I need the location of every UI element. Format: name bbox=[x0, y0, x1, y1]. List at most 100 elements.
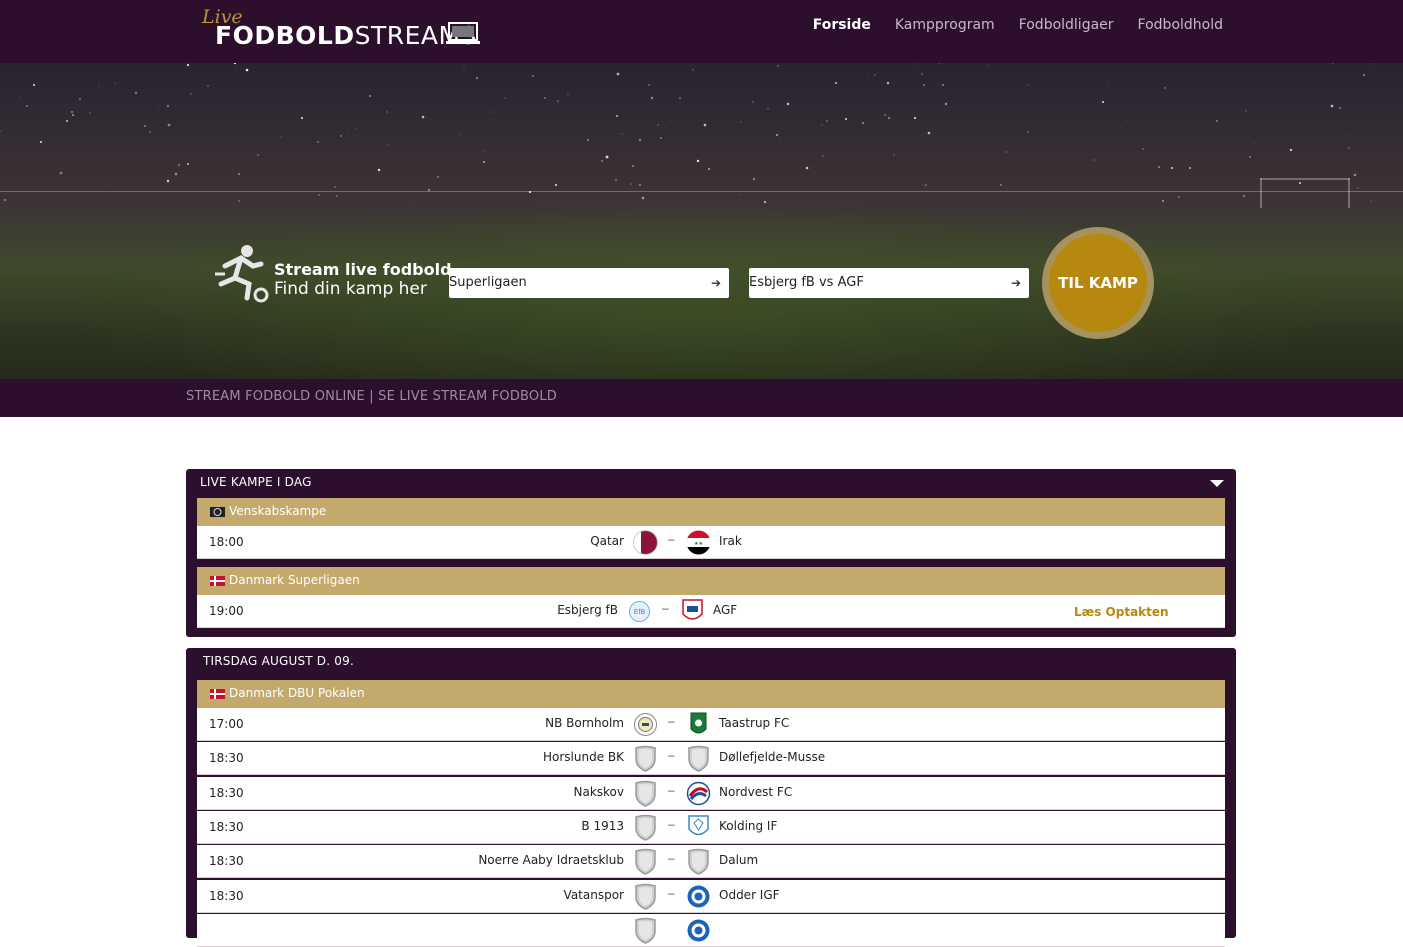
match-row[interactable]: 18:30 Vatanspor – Odder IGF bbox=[197, 880, 1225, 913]
site-logo[interactable]: Live FODBOLDSTREAMS bbox=[200, 6, 490, 50]
crest-kolding-icon bbox=[688, 815, 709, 836]
versus-dash: – bbox=[668, 817, 675, 831]
match-time: 18:00 bbox=[209, 535, 244, 549]
goal-post bbox=[1260, 178, 1262, 208]
today-panel: LIVE KAMPE I DAG Venskabskampe 18:00 Qat… bbox=[186, 469, 1236, 637]
main-nav: Forside Kampprogram Fodboldligaer Fodbol… bbox=[813, 15, 1223, 35]
panel-title: TIRSDAG AUGUST D. 09. bbox=[203, 654, 354, 668]
logo-brand-text: FODBOLDSTREAMS bbox=[215, 21, 477, 50]
arrow-right-icon: ➔ bbox=[1010, 276, 1021, 290]
crest-odder-icon bbox=[687, 919, 710, 942]
match-row[interactable]: 18:00 Qatar – ★★ Irak bbox=[197, 526, 1225, 559]
league-name: Venskabskampe bbox=[229, 504, 327, 518]
home-team: B 1913 bbox=[581, 819, 624, 833]
league-name: Danmark Superligaen bbox=[229, 573, 360, 587]
top-navbar: Live FODBOLDSTREAMS Forside Kampprogram … bbox=[0, 0, 1403, 63]
match-row[interactable] bbox=[197, 914, 1225, 947]
match-select-value: Esbjerg fB vs AGF bbox=[749, 275, 864, 290]
home-team: NB Bornholm bbox=[545, 716, 624, 730]
goal-post bbox=[1348, 178, 1350, 208]
denmark-flag-icon bbox=[210, 689, 225, 699]
crest-odder-icon bbox=[687, 885, 710, 908]
crest-taastrup-icon bbox=[690, 712, 707, 734]
svg-text:EfB: EfB bbox=[634, 609, 646, 616]
versus-dash: – bbox=[668, 851, 675, 865]
shield-generic-icon bbox=[635, 745, 656, 772]
league-select-value: Superligaen bbox=[449, 275, 527, 290]
crest-nordvest-icon bbox=[686, 781, 711, 806]
tuesday-panel: TIRSDAG AUGUST D. 09. Danmark DBU Pokale… bbox=[186, 648, 1236, 947]
panel-title: LIVE KAMPE I DAG bbox=[200, 475, 312, 489]
caret-down-icon[interactable] bbox=[1210, 480, 1224, 487]
field-line bbox=[0, 191, 1403, 192]
shield-generic-icon bbox=[635, 814, 656, 841]
away-team: AGF bbox=[713, 603, 738, 617]
match-time: 18:30 bbox=[209, 751, 244, 765]
league-header[interactable]: Danmark Superligaen bbox=[197, 567, 1225, 595]
match-row[interactable]: 18:30 Horslunde BK – Døllefjelde-Musse bbox=[197, 742, 1225, 775]
til-kamp-label: TIL KAMP bbox=[1049, 234, 1147, 332]
match-time: 19:00 bbox=[209, 604, 244, 618]
hero-title: Stream live fodbold bbox=[274, 260, 452, 279]
away-team: Kolding IF bbox=[719, 819, 778, 833]
qatar-flag-icon bbox=[633, 529, 658, 556]
shield-generic-icon bbox=[635, 848, 656, 875]
read-preview-link[interactable]: Læs Optakten bbox=[1074, 605, 1169, 619]
shield-generic-icon bbox=[688, 745, 709, 772]
away-team: Odder IGF bbox=[719, 888, 780, 902]
league-name: Danmark DBU Pokalen bbox=[229, 686, 365, 700]
shield-generic-icon bbox=[635, 883, 656, 910]
match-row[interactable]: 18:30 Noerre Aaby Idraetsklub – Dalum bbox=[197, 845, 1225, 878]
versus-dash: – bbox=[668, 886, 675, 900]
versus-dash: – bbox=[668, 714, 675, 728]
nav-kampprogram[interactable]: Kampprogram bbox=[895, 15, 995, 35]
away-team: Døllefjelde-Musse bbox=[719, 750, 826, 764]
league-header[interactable]: Venskabskampe bbox=[197, 498, 1225, 526]
crest-nb-bornholm-icon bbox=[634, 713, 657, 736]
shield-generic-icon bbox=[635, 780, 656, 807]
match-row[interactable]: 17:00 NB Bornholm – Taastrup FC bbox=[197, 708, 1225, 741]
denmark-flag-icon bbox=[210, 576, 225, 586]
match-time: 18:30 bbox=[209, 786, 244, 800]
agf-crest-icon bbox=[682, 599, 703, 620]
versus-dash: – bbox=[668, 532, 675, 546]
home-team: Horslunde BK bbox=[542, 750, 624, 764]
home-team: Noerre Aaby Idraetsklub bbox=[478, 853, 624, 867]
nav-fodboldligaer[interactable]: Fodboldligaer bbox=[1019, 15, 1114, 35]
versus-dash: – bbox=[668, 783, 675, 797]
svg-text:★★: ★★ bbox=[694, 541, 703, 547]
match-row[interactable]: 18:30 B 1913 – Kolding IF bbox=[197, 811, 1225, 844]
hero-banner: Stream live fodbold Find din kamp her Su… bbox=[0, 63, 1403, 379]
home-team: Qatar bbox=[590, 534, 624, 548]
sub-banner: STREAM FODBOLD ONLINE | SE LIVE STREAM F… bbox=[0, 379, 1403, 417]
league-header[interactable]: Danmark DBU Pokalen bbox=[197, 680, 1225, 708]
match-time: 18:30 bbox=[209, 854, 244, 868]
league-select[interactable]: Superligaen ➔ bbox=[449, 268, 729, 298]
world-flag-icon bbox=[210, 507, 225, 517]
home-team: Esbjerg fB bbox=[557, 603, 618, 617]
home-team: Nakskov bbox=[573, 785, 625, 799]
sub-banner-text: STREAM FODBOLD ONLINE | SE LIVE STREAM F… bbox=[186, 389, 558, 404]
match-time: 18:30 bbox=[209, 889, 244, 903]
away-team: Irak bbox=[719, 534, 742, 548]
away-team: Taastrup FC bbox=[719, 716, 790, 730]
nav-forside[interactable]: Forside bbox=[813, 15, 871, 35]
match-time: 18:30 bbox=[209, 820, 244, 834]
match-row[interactable]: 18:30 Nakskov – Nordvest FC bbox=[197, 777, 1225, 810]
match-row[interactable]: 19:00 Esbjerg fB EfB – AGF Læs Optakten bbox=[197, 595, 1225, 628]
away-team: Dalum bbox=[719, 853, 759, 867]
footballer-icon bbox=[215, 245, 269, 303]
esbjerg-crest-icon: EfB bbox=[629, 601, 650, 622]
laptop-icon bbox=[446, 22, 480, 44]
match-time: 17:00 bbox=[209, 717, 244, 731]
match-select[interactable]: Esbjerg fB vs AGF ➔ bbox=[749, 268, 1029, 298]
nav-fodboldhold[interactable]: Fodboldhold bbox=[1138, 15, 1223, 35]
til-kamp-button[interactable]: TIL KAMP bbox=[1042, 227, 1154, 339]
goal-crossbar bbox=[1260, 178, 1350, 180]
iraq-flag-icon: ★★ bbox=[686, 530, 711, 555]
home-team: Vatanspor bbox=[563, 888, 624, 902]
away-team: Nordvest FC bbox=[719, 785, 793, 799]
versus-dash: – bbox=[668, 748, 675, 762]
versus-dash: – bbox=[662, 601, 669, 615]
shield-generic-icon bbox=[635, 917, 656, 944]
